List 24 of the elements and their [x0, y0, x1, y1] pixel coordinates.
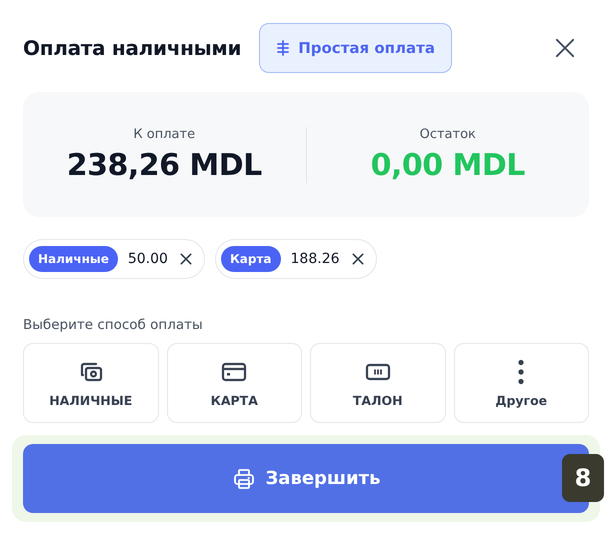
more-icon [517, 358, 526, 384]
payment-method-button[interactable]: Другое [454, 343, 589, 423]
payment-amount: 188.26 [290, 251, 340, 267]
payment-method-tag: Наличные [29, 246, 118, 272]
sliders-icon [276, 40, 290, 56]
cash-icon [78, 360, 103, 382]
remove-icon[interactable] [178, 251, 194, 267]
shortcut-badge: 8 [562, 454, 604, 502]
printer-icon [232, 466, 256, 490]
summary-amount: 238,26 MDL [66, 148, 263, 182]
summary-label: К оплате [132, 126, 196, 142]
dialog-title: Оплата наличными [23, 36, 242, 60]
section-label: Выберите способ оплаты [23, 317, 204, 333]
payment-method-button[interactable]: НАЛИЧНЫЕ [23, 343, 158, 423]
card-icon [221, 360, 248, 382]
payment-amount: 50.00 [128, 251, 168, 267]
remove-icon[interactable] [350, 251, 366, 267]
simple-payment-button[interactable]: Простая оплата [259, 23, 452, 73]
summary-label: Остаток [418, 126, 477, 142]
summary-amount: 0,00 MDL [370, 148, 526, 182]
payment-method-tag: Карта [220, 246, 281, 272]
ticket-icon [364, 362, 391, 382]
payment-method-button[interactable]: КАРТА [166, 343, 302, 423]
payment-method-button[interactable]: ТАЛОН [310, 343, 446, 423]
